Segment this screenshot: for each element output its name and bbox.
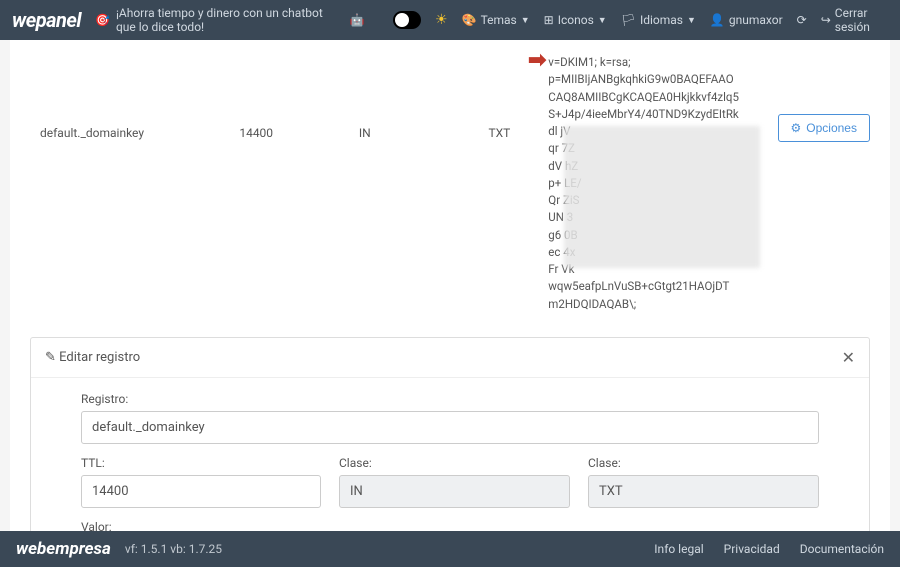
clase-input[interactable] [339, 475, 570, 508]
promo-banner[interactable]: 🎯 ¡Ahorra tiempo y dinero con un chatbot… [95, 6, 365, 34]
nav-languages[interactable]: 🏳 Idiomas ▼ [621, 13, 696, 27]
edit-panel-header: ✎ Editar registro ✕ [31, 338, 869, 378]
dns-record-value: v=DKIM1; k=rsa; p=MIIBIjANBgkqhkiG9w0BAQ… [548, 54, 777, 313]
footer-version: vf: 1.5.1 vb: 1.7.25 [125, 542, 222, 556]
edit-record-panel: ✎ Editar registro ✕ ➡ Registro: TTL: Cla… [30, 337, 870, 531]
nav-logout-label: Cerrar sesión [835, 6, 888, 34]
nav-icons[interactable]: ⊞ Iconos ▼ [544, 13, 607, 27]
edit-panel-title: Editar registro [59, 350, 140, 365]
close-icon[interactable]: ✕ [842, 348, 855, 367]
chevron-down-icon: ▼ [521, 15, 530, 26]
palette-icon: 🎨 [462, 13, 477, 27]
nav-icons-label: Iconos [558, 13, 594, 27]
redacted-overlay [564, 126, 760, 268]
nav-themes[interactable]: 🎨 Temas ▼ [462, 13, 530, 27]
nav-languages-label: Idiomas [640, 13, 683, 27]
brand-logo: wepanel [12, 8, 81, 32]
dns-record-ttl: 14400 [239, 54, 359, 140]
top-navbar: wepanel 🎯 ¡Ahorra tiempo y dinero con un… [0, 0, 900, 40]
user-icon: 👤 [710, 13, 725, 27]
robot-icon: 🤖 [350, 13, 365, 27]
nav-refresh[interactable]: ⟳ [797, 13, 807, 27]
grid-icon: ⊞ [544, 13, 554, 27]
nav-logout[interactable]: ↪ Cerrar sesión [821, 6, 888, 34]
options-label: Opciones [806, 121, 857, 135]
registro-input[interactable] [81, 411, 819, 444]
edit-icon: ✎ [45, 350, 56, 365]
target-icon: 🎯 [95, 13, 110, 27]
nav-themes-label: Temas [481, 13, 517, 27]
dns-record-class: IN [359, 54, 489, 140]
logout-icon: ↪ [821, 13, 831, 27]
flag-icon: 🏳 [621, 13, 636, 27]
footer-bar: webempresa vf: 1.5.1 vb: 1.7.25 Info leg… [0, 531, 900, 567]
chevron-down-icon: ▼ [687, 15, 696, 26]
promo-text: ¡Ahorra tiempo y dinero con un chatbot q… [116, 6, 344, 34]
footer-link-legal[interactable]: Info legal [654, 542, 703, 556]
red-arrow-indicator: ➡ [528, 48, 546, 73]
nav-user-label: gnumaxor [729, 13, 783, 27]
type-input[interactable] [588, 475, 819, 508]
dns-record-name: default._domainkey [40, 54, 239, 140]
ttl-label: TTL: [81, 456, 321, 470]
chevron-down-icon: ▼ [598, 15, 607, 26]
registro-label: Registro: [81, 392, 819, 406]
gear-icon: ⚙ [791, 121, 802, 135]
footer-logo: webempresa [16, 539, 111, 559]
valor-label: Valor: [81, 520, 819, 531]
main-content: ➡ default._domainkey 14400 IN TXT v=DKIM… [10, 40, 890, 531]
dns-record-row: default._domainkey 14400 IN TXT v=DKIM1;… [10, 40, 890, 327]
nav-user[interactable]: 👤 gnumaxor [710, 13, 783, 27]
options-button[interactable]: ⚙ Opciones [778, 114, 870, 142]
ttl-input[interactable] [81, 475, 321, 508]
clase-label: Clase: [339, 456, 570, 470]
clase2-label: Clase: [588, 456, 819, 470]
sun-icon: ☀ [435, 12, 448, 28]
refresh-icon: ⟳ [797, 13, 807, 27]
footer-link-privacy[interactable]: Privacidad [724, 542, 780, 556]
dark-mode-toggle[interactable] [393, 11, 422, 29]
footer-link-docs[interactable]: Documentación [800, 542, 884, 556]
